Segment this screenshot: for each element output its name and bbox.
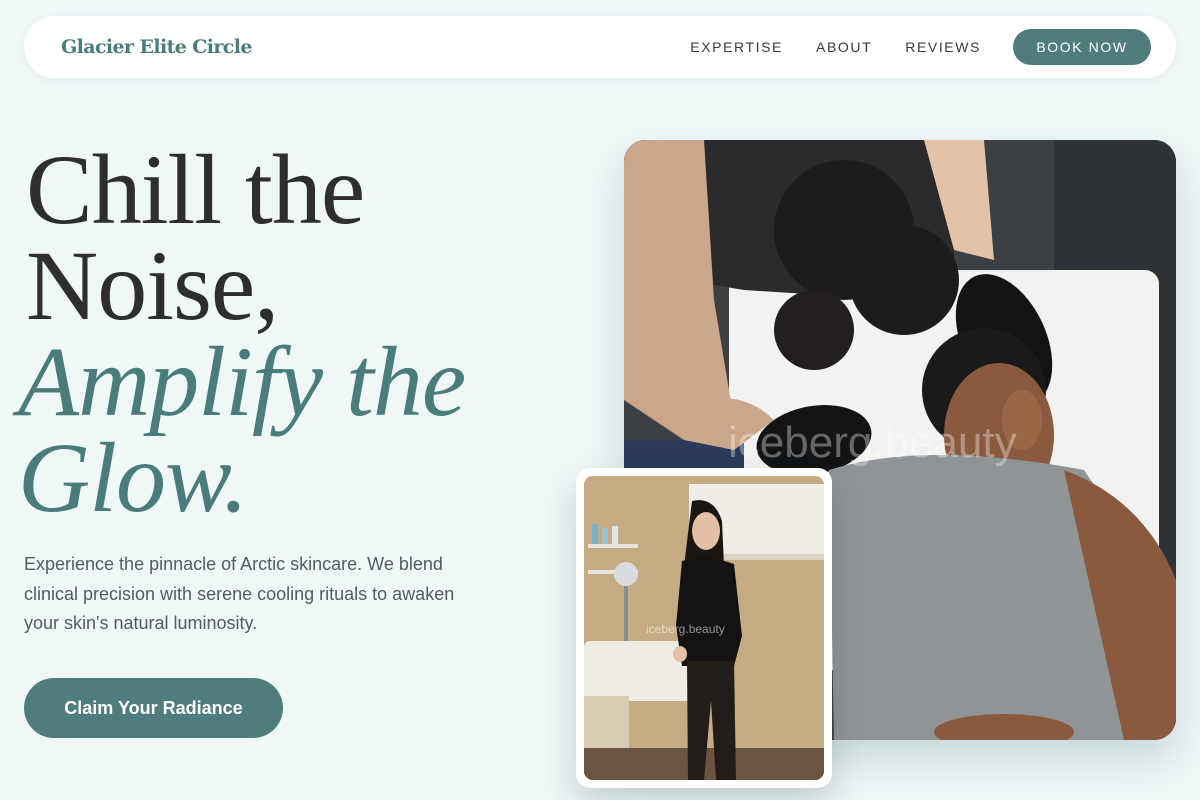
- book-now-button[interactable]: BOOK NOW: [1013, 29, 1151, 65]
- hero-description: Experience the pinnacle of Arctic skinca…: [24, 554, 455, 633]
- specialist-photo: iceberg.beauty: [584, 476, 824, 780]
- brand-logo[interactable]: Glacier Elite Circle: [61, 36, 690, 58]
- specialist-photo-illustration: [584, 476, 824, 780]
- claim-radiance-button[interactable]: Claim Your Radiance: [24, 678, 283, 738]
- headline-accent-line-1: Amplify the: [18, 326, 466, 437]
- headline-line-2: Noise,: [26, 230, 279, 341]
- hero-headline: Chill the Noise, Amplify the Glow.: [18, 134, 586, 528]
- nav-link-expertise[interactable]: EXPERTISE: [690, 39, 783, 55]
- headline-accent-line-2: Glow.: [18, 422, 248, 533]
- top-navbar: Glacier Elite Circle EXPERTISE ABOUT REV…: [24, 16, 1176, 78]
- nav-links: EXPERTISE ABOUT REVIEWS: [690, 39, 981, 55]
- nav-link-about[interactable]: ABOUT: [816, 39, 872, 55]
- headline-line-1: Chill the: [26, 134, 365, 245]
- nav-link-reviews[interactable]: REVIEWS: [905, 39, 981, 55]
- specialist-photo-card: iceberg.beauty: [576, 468, 832, 788]
